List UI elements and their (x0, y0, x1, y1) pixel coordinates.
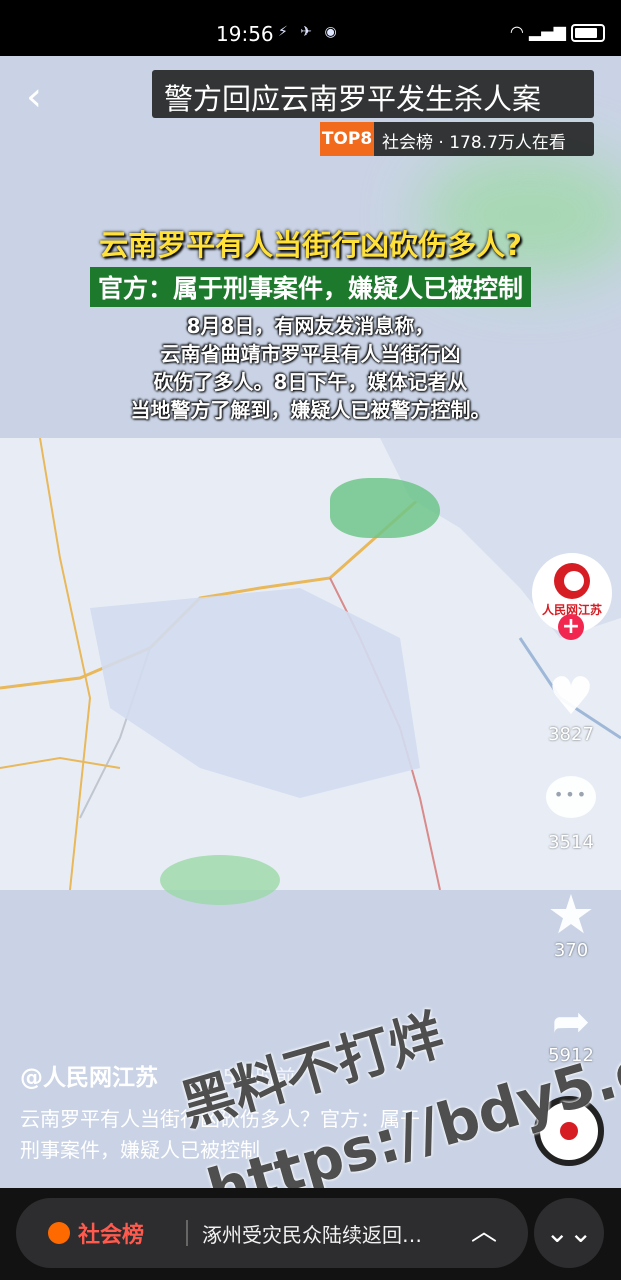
star-icon: ★ (546, 883, 596, 946)
status-time: 19:56 (216, 22, 274, 46)
author-name[interactable]: @人民网江苏 (20, 1058, 158, 1092)
share-button[interactable]: ➦ (539, 994, 603, 1048)
like-count: 3827 (548, 724, 594, 745)
heart-icon: ♥ (547, 667, 595, 727)
pill-divider (186, 1220, 188, 1246)
wifi-icon: ◠ (509, 22, 524, 41)
paragraph-line: 8月8日，有网友发消息称， (186, 314, 435, 338)
avatar-logo (554, 563, 590, 599)
hot-fire-icon (48, 1222, 70, 1244)
paragraph-line: 当地警方了解到，嫌疑人已被警方控制。 (130, 398, 491, 422)
map-green-area (160, 855, 280, 905)
back-button[interactable]: ‹ (26, 77, 54, 117)
video-title-banner: 警方回应云南罗平发生杀人案 (152, 70, 594, 118)
paragraph-line: 云南省曲靖市罗平县有人当街行凶 (160, 342, 461, 366)
paragraph-line: 砍伤了多人。8日下午，媒体记者从 (153, 370, 468, 394)
video-headline: 云南罗平有人当街行凶砍伤多人? (99, 228, 522, 262)
rank-text: 社会榜 · 178.7万人在看 (382, 133, 566, 153)
status-right-icons: ◠ ▂▄▆ (510, 22, 605, 42)
video-map-frame (0, 438, 621, 890)
comment-icon (546, 776, 596, 818)
video-paragraph: 8月8日，有网友发消息称， 云南省曲靖市罗平县有人当街行凶 砍伤了多人。8日下午… (0, 312, 621, 424)
hot-category: 社会榜 (78, 1223, 145, 1248)
comment-count: 3514 (548, 832, 594, 853)
status-app-icons: ⚡ ✈ ◉ (278, 24, 341, 40)
hot-news-pill[interactable]: 社会榜 涿州受灾民众陆续返回… ︿ (16, 1198, 528, 1268)
comment-button[interactable] (539, 776, 603, 822)
video-subheadline-wrap: 官方：属于刑事案件，嫌疑人已被控制 (0, 267, 621, 307)
battery-icon (571, 23, 605, 42)
status-bar: 19:56 ⚡ ✈ ◉ ◠ ▂▄▆ (0, 0, 621, 56)
video-subheadline: 官方：属于刑事案件，嫌疑人已被控制 (89, 267, 531, 307)
share-arrow-icon: ➦ (551, 994, 591, 1048)
hot-rank-bar[interactable]: TOP8 社会榜 · 178.7万人在看 (320, 122, 594, 156)
video-title: 警方回应云南罗平发生杀人案 (164, 82, 542, 116)
favorite-count: 370 (553, 940, 589, 961)
like-button[interactable]: ♥ (539, 667, 603, 727)
chevron-up-icon[interactable]: ︿ (464, 1212, 504, 1252)
favorite-button[interactable]: ★ (539, 883, 603, 946)
rank-badge: TOP8 (320, 122, 374, 156)
follow-button[interactable]: + (558, 614, 584, 640)
collapse-button[interactable]: ⌄⌄ (534, 1198, 604, 1268)
map-roads (0, 438, 621, 890)
signal-icon: ▂▄▆ (528, 22, 566, 41)
hot-news-title: 涿州受灾民众陆续返回… (202, 1223, 422, 1247)
